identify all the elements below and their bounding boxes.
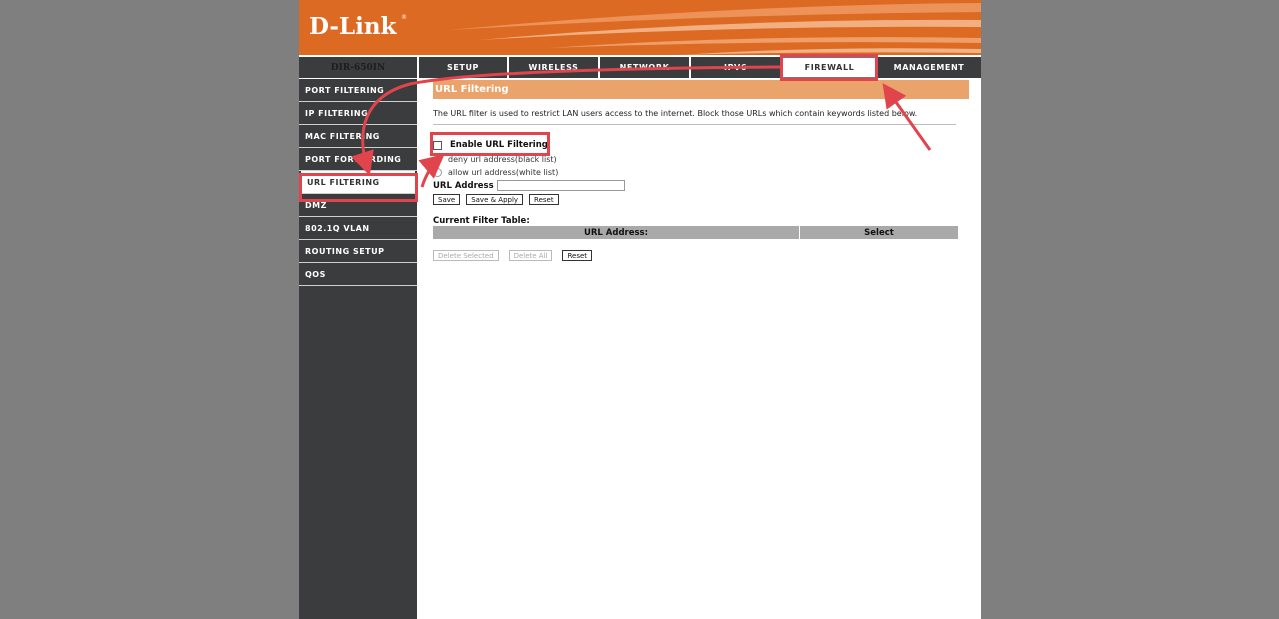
delete-all-button[interactable]: Delete All xyxy=(508,250,553,261)
main-content: URL Filtering The URL filter is used to … xyxy=(433,80,969,261)
tab-management[interactable]: MANAGEMENT xyxy=(877,57,981,78)
top-navigation: SETUP WIRELESS NETWORK IPV6 FIREWALL MAN… xyxy=(419,57,981,78)
sidebar-item-qos[interactable]: QOS xyxy=(299,263,417,286)
header-swoosh-graphic xyxy=(449,3,981,55)
page-title: URL Filtering xyxy=(433,80,969,99)
url-address-label: URL Address xyxy=(433,180,494,191)
filter-table-title: Current Filter Table: xyxy=(433,216,530,226)
sidebar-item-routing-setup[interactable]: ROUTING SETUP xyxy=(299,240,417,263)
trademark-icon: ® xyxy=(401,14,407,21)
page-description: The URL filter is used to restrict LAN u… xyxy=(433,109,918,118)
table-buttons: Delete Selected Delete All Reset xyxy=(433,250,593,261)
allow-label: allow url address(white list) xyxy=(448,168,559,177)
divider xyxy=(433,124,956,125)
tab-network[interactable]: NETWORK xyxy=(600,57,691,78)
url-filtering-highlight xyxy=(299,173,418,202)
sidebar-item-mac-filtering[interactable]: MAC FILTERING xyxy=(299,125,417,148)
sidebar-item-ip-filtering[interactable]: IP FILTERING xyxy=(299,102,417,125)
allow-radio[interactable] xyxy=(433,168,442,177)
model-label: DIR-650IN xyxy=(299,57,417,78)
sidebar-item-port-filtering[interactable]: PORT FILTERING xyxy=(299,79,417,102)
url-address-column-header: URL Address: xyxy=(433,226,800,239)
sidebar: PORT FILTERING IP FILTERING MAC FILTERIN… xyxy=(299,79,417,619)
tab-wireless[interactable]: WIRELESS xyxy=(509,57,600,78)
url-address-row: URL Address xyxy=(433,180,625,191)
form-buttons: Save Save & Apply Reset xyxy=(433,194,559,205)
enable-checkbox-highlight xyxy=(430,132,550,156)
save-button[interactable]: Save xyxy=(433,194,461,205)
deny-label: deny url address(black list) xyxy=(448,155,557,164)
allow-row: allow url address(white list) xyxy=(433,168,558,177)
delete-selected-button[interactable]: Delete Selected xyxy=(433,250,499,261)
reset-button[interactable]: Reset xyxy=(529,194,559,205)
sidebar-item-port-forwarding[interactable]: PORT FORWARDING xyxy=(299,148,417,171)
tab-setup[interactable]: SETUP xyxy=(419,57,509,78)
table-reset-button[interactable]: Reset xyxy=(562,250,593,261)
url-address-input[interactable] xyxy=(496,180,625,191)
sidebar-item-vlan[interactable]: 802.1Q VLAN xyxy=(299,217,417,240)
deny-row: deny url address(black list) xyxy=(433,155,557,164)
tab-ipv6[interactable]: IPV6 xyxy=(691,57,782,78)
dlink-logo: D-Link xyxy=(309,13,397,40)
router-admin-frame: D-Link ® DIR-650IN SETUP WIRELESS NETWOR… xyxy=(299,0,981,619)
filter-table-header: URL Address: Select xyxy=(433,226,958,239)
deny-radio[interactable] xyxy=(433,155,442,164)
firewall-tab-highlight xyxy=(780,54,878,81)
select-column-header: Select xyxy=(864,227,894,238)
save-apply-button[interactable]: Save & Apply xyxy=(466,194,524,205)
header-banner: D-Link ® xyxy=(299,0,981,55)
